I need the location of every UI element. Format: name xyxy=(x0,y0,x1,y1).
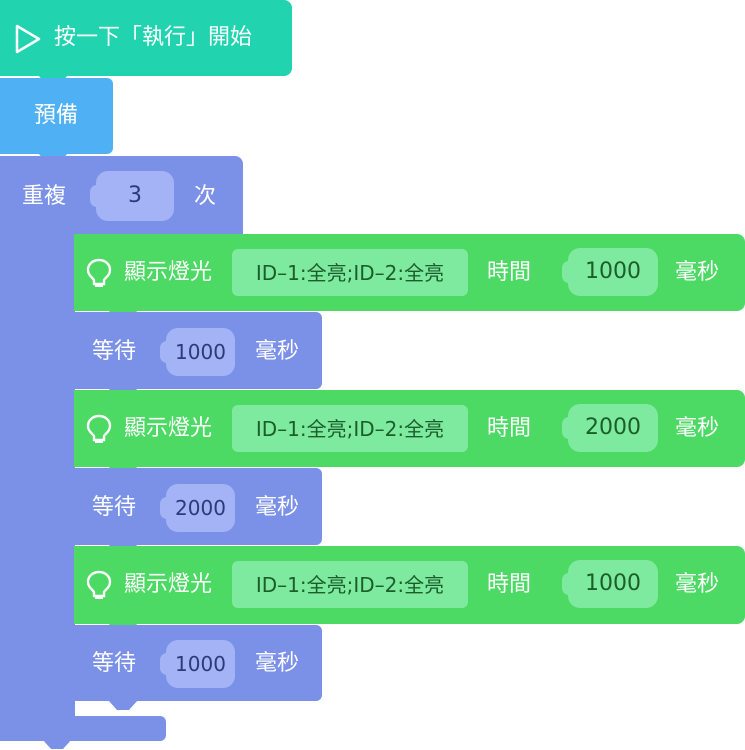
block-notch xyxy=(108,700,138,712)
duration-unit: 毫秒 xyxy=(675,572,720,597)
repeat-bottom-notch xyxy=(42,739,72,750)
lightbulb-icon xyxy=(86,570,112,600)
show-light-block[interactable]: 顯示燈光 ID–1:全亮;ID–2:全亮 時間 2000 毫秒 xyxy=(74,390,745,467)
start-label: 按一下「執行」開始 xyxy=(54,25,253,50)
duration-value: 1000 xyxy=(585,259,641,284)
duration-value: 2000 xyxy=(585,415,641,440)
show-light-label: 顯示燈光 xyxy=(124,260,213,285)
prepare-block[interactable]: 預備 xyxy=(0,78,113,154)
repeat-count-field[interactable]: 3 xyxy=(90,171,174,221)
time-label: 時間 xyxy=(487,416,532,441)
repeat-count: 3 xyxy=(128,183,142,208)
repeat-block[interactable]: 重複 3 次 xyxy=(0,156,243,234)
light-value: ID–1:全亮;ID–2:全亮 xyxy=(255,417,445,441)
wait-block[interactable]: 等待 1000 毫秒 xyxy=(74,312,322,389)
lightbulb-icon xyxy=(86,258,112,288)
wait-duration-field[interactable]: 1000 xyxy=(160,640,235,688)
wait-label: 等待 xyxy=(92,339,137,364)
wait-duration-field[interactable]: 2000 xyxy=(160,484,235,532)
repeat-unit: 次 xyxy=(194,184,217,209)
show-light-label: 顯示燈光 xyxy=(124,416,213,441)
prepare-label: 預備 xyxy=(34,103,79,128)
wait-duration: 2000 xyxy=(175,496,226,520)
duration-unit: 毫秒 xyxy=(675,260,720,285)
duration-field[interactable]: 1000 xyxy=(562,560,658,608)
wait-label: 等待 xyxy=(92,651,137,676)
time-label: 時間 xyxy=(487,260,532,285)
play-icon xyxy=(14,23,42,55)
show-light-label: 顯示燈光 xyxy=(124,572,213,597)
light-value-field[interactable]: ID–1:全亮;ID–2:全亮 xyxy=(232,561,468,608)
start-block[interactable]: 按一下「執行」開始 xyxy=(0,0,292,76)
repeat-footer xyxy=(0,716,166,741)
show-light-block[interactable]: 顯示燈光 ID–1:全亮;ID–2:全亮 時間 1000 毫秒 xyxy=(74,234,745,311)
duration-unit: 毫秒 xyxy=(675,416,720,441)
time-label: 時間 xyxy=(487,572,532,597)
light-value: ID–1:全亮;ID–2:全亮 xyxy=(255,261,445,285)
wait-unit: 毫秒 xyxy=(255,339,300,364)
light-value: ID–1:全亮;ID–2:全亮 xyxy=(255,573,445,597)
wait-duration: 1000 xyxy=(175,652,226,676)
show-light-block[interactable]: 顯示燈光 ID–1:全亮;ID–2:全亮 時間 1000 毫秒 xyxy=(74,546,745,624)
wait-duration-field[interactable]: 1000 xyxy=(160,328,235,376)
repeat-arm xyxy=(0,233,75,740)
wait-duration: 1000 xyxy=(175,340,226,364)
wait-block[interactable]: 等待 1000 毫秒 xyxy=(74,625,322,701)
wait-label: 等待 xyxy=(92,495,137,520)
wait-block[interactable]: 等待 2000 毫秒 xyxy=(74,468,322,545)
wait-unit: 毫秒 xyxy=(255,495,300,520)
duration-field[interactable]: 2000 xyxy=(562,404,658,452)
lightbulb-icon xyxy=(86,414,112,444)
duration-field[interactable]: 1000 xyxy=(562,248,658,296)
light-value-field[interactable]: ID–1:全亮;ID–2:全亮 xyxy=(232,249,468,296)
wait-unit: 毫秒 xyxy=(255,651,300,676)
repeat-label: 重複 xyxy=(22,184,67,209)
light-value-field[interactable]: ID–1:全亮;ID–2:全亮 xyxy=(232,405,468,452)
duration-value: 1000 xyxy=(585,571,641,596)
